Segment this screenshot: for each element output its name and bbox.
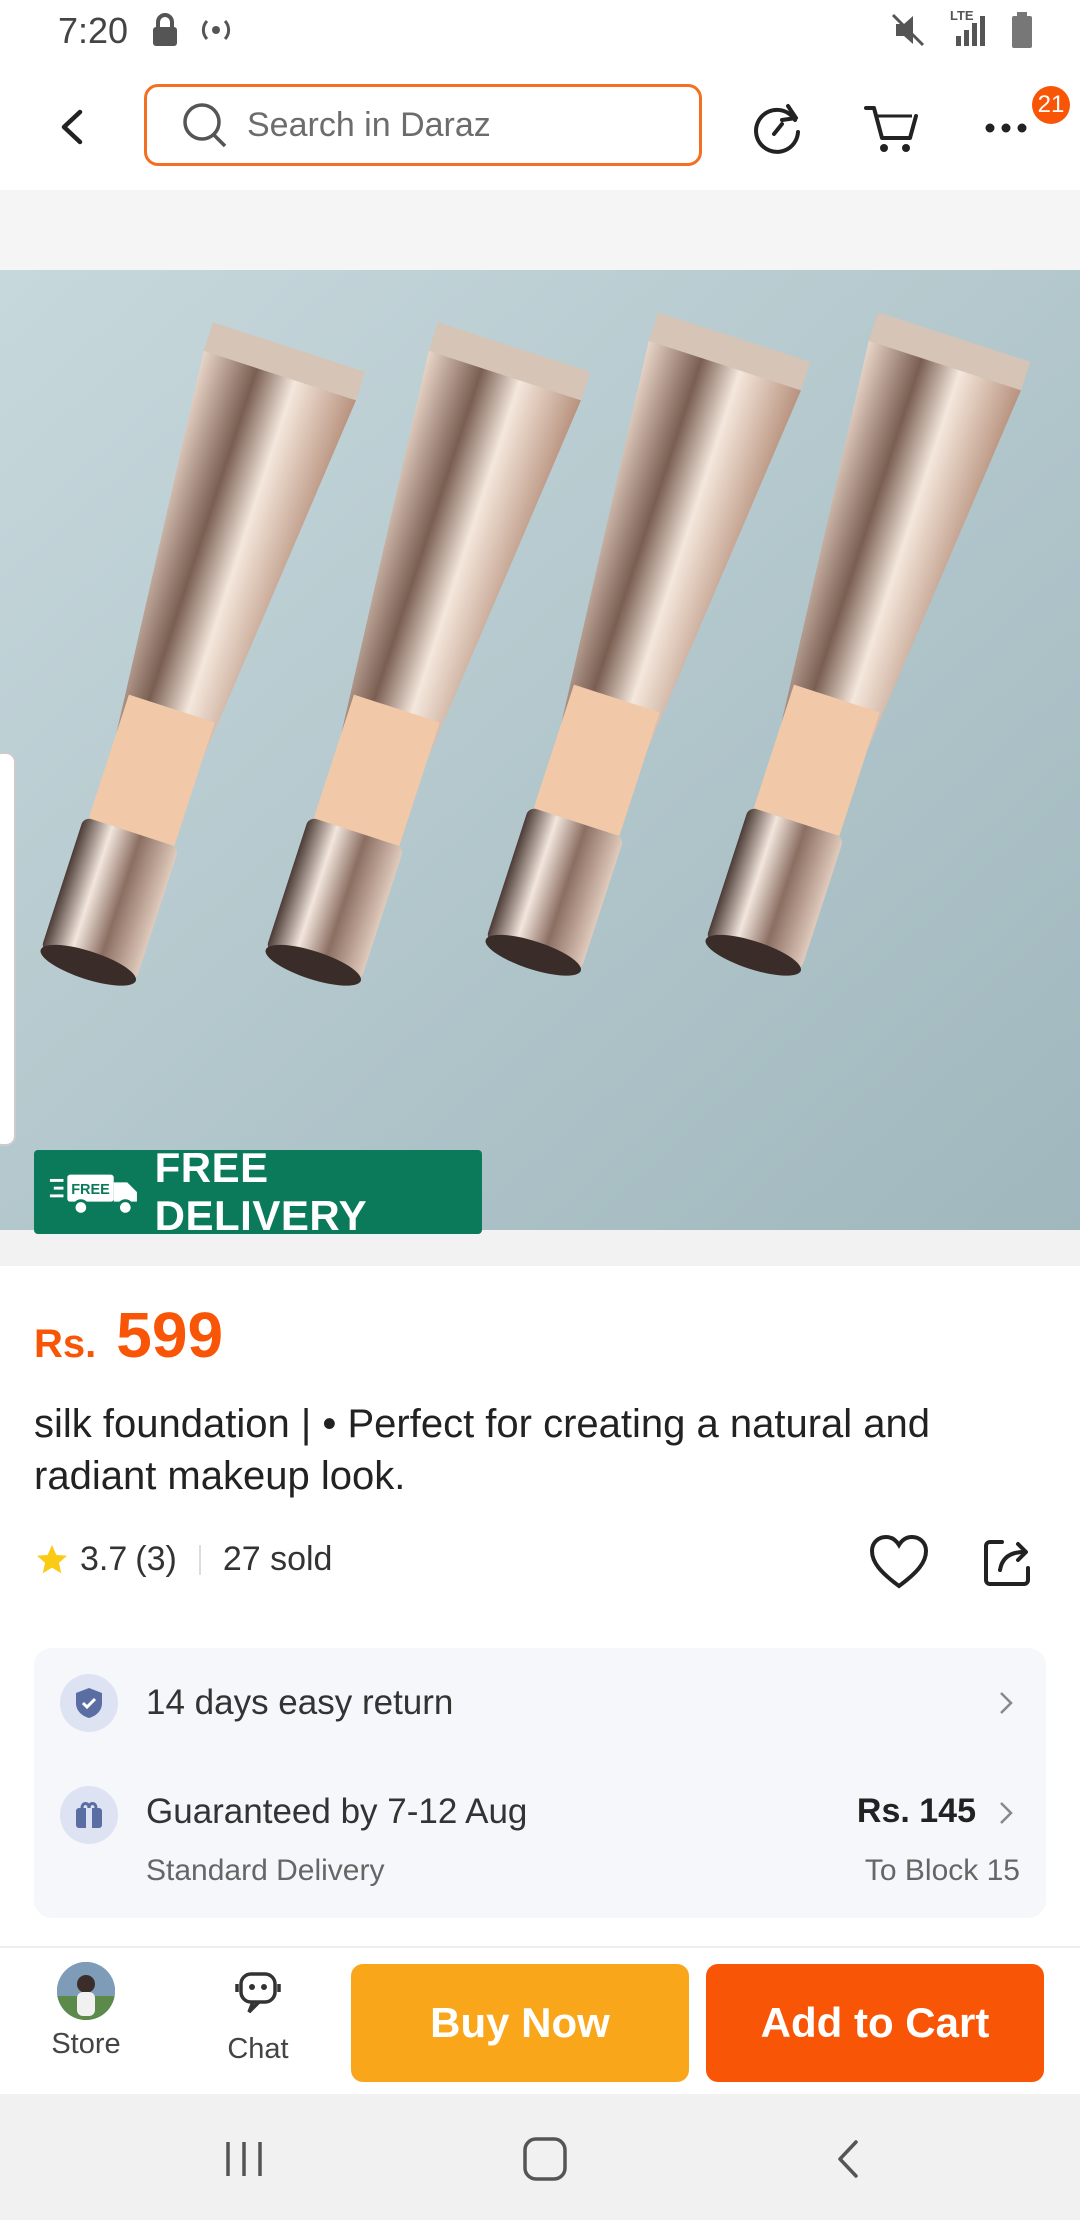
price-currency: Rs. [34,1322,97,1366]
system-nav-bar [0,2094,1080,2220]
search-icon [183,103,227,148]
store-avatar [57,1962,115,2020]
star-icon [37,1544,67,1573]
delivery-price: Rs. 145 [856,1792,976,1830]
chevron-right-icon [1000,1692,1013,1714]
free-delivery-badge: FREE FREE DELIVERY [34,1144,482,1239]
status-time: 7:20 [58,10,129,51]
back-icon[interactable] [50,104,96,150]
delivery-box-icon [60,1786,118,1844]
lock-icon [153,13,177,46]
chat-label: Chat [227,2033,289,2065]
store-button[interactable]: Store [38,1962,134,2061]
chat-bot-icon [235,1972,281,2014]
home-icon[interactable] [515,2134,575,2184]
status-bar: 7:20 LTE [0,0,1080,64]
store-label: Store [51,2028,121,2060]
share-icon[interactable] [980,1534,1036,1590]
product-title: silk foundation | • Perfect for creating… [34,1402,931,1498]
rating-divider [198,1544,201,1575]
more-icon[interactable] [978,98,1038,158]
delivery-type-text: Standard Delivery [146,1854,385,1887]
free-delivery-label: FREE DELIVERY [154,1144,368,1239]
signal-icon: LTE [946,8,990,50]
delivery-row[interactable]: Guaranteed by 7-12 Aug Standard Delivery… [34,1758,1046,1918]
rating-count: (3) [135,1540,177,1578]
delivery-location: To Block 15 [864,1854,1020,1887]
chevron-right-icon [1000,1802,1013,1824]
cart-icon[interactable] [862,98,922,158]
recent-apps-icon[interactable] [214,2134,274,2184]
delivery-guarantee-text: Guaranteed by 7-12 Aug [146,1792,528,1831]
sold-count: 27 sold [222,1540,333,1578]
chat-button[interactable]: Chat [210,1962,306,2066]
gallery-top-spacer [0,190,1080,270]
refresh-icon[interactable] [748,98,808,158]
add-to-cart-button[interactable]: Add to Cart [706,1964,1044,2082]
return-shield-icon [60,1674,118,1732]
search-placeholder: Search in Daraz [247,105,491,144]
search-input[interactable]: Search in Daraz [144,84,702,166]
product-photo [0,270,1080,1230]
network-type-label: LTE [950,8,974,23]
wishlist-heart-icon[interactable] [868,1532,930,1594]
price-amount: 599 [116,1299,224,1371]
battery-icon [1012,12,1032,48]
rating-value: 3.7 [80,1540,128,1578]
notification-badge: 21 [1032,86,1070,124]
system-back-icon[interactable] [818,2134,878,2184]
mute-icon [891,13,925,47]
return-policy-row[interactable]: 14 days easy return [34,1648,1046,1758]
rating-row[interactable]: 3.7 (3) 27 sold [34,1540,332,1579]
free-small-text: FREE [71,1182,110,1198]
hotspot-icon [201,19,231,41]
service-info-card: 14 days easy return Guaranteed by 7-12 A… [34,1648,1046,1918]
delivery-truck-icon: FREE [49,1174,137,1216]
product-image[interactable] [0,270,1080,1230]
bottom-action-bar: Store Chat Buy Now Add to Cart [0,1946,1080,2096]
header: Search in Daraz 21 [0,64,1080,190]
side-drawer-tab[interactable] [0,752,16,1146]
buy-now-button[interactable]: Buy Now [351,1964,689,2082]
return-text: 14 days easy return [146,1683,454,1722]
product-price: Rs. 599 [34,1298,223,1372]
